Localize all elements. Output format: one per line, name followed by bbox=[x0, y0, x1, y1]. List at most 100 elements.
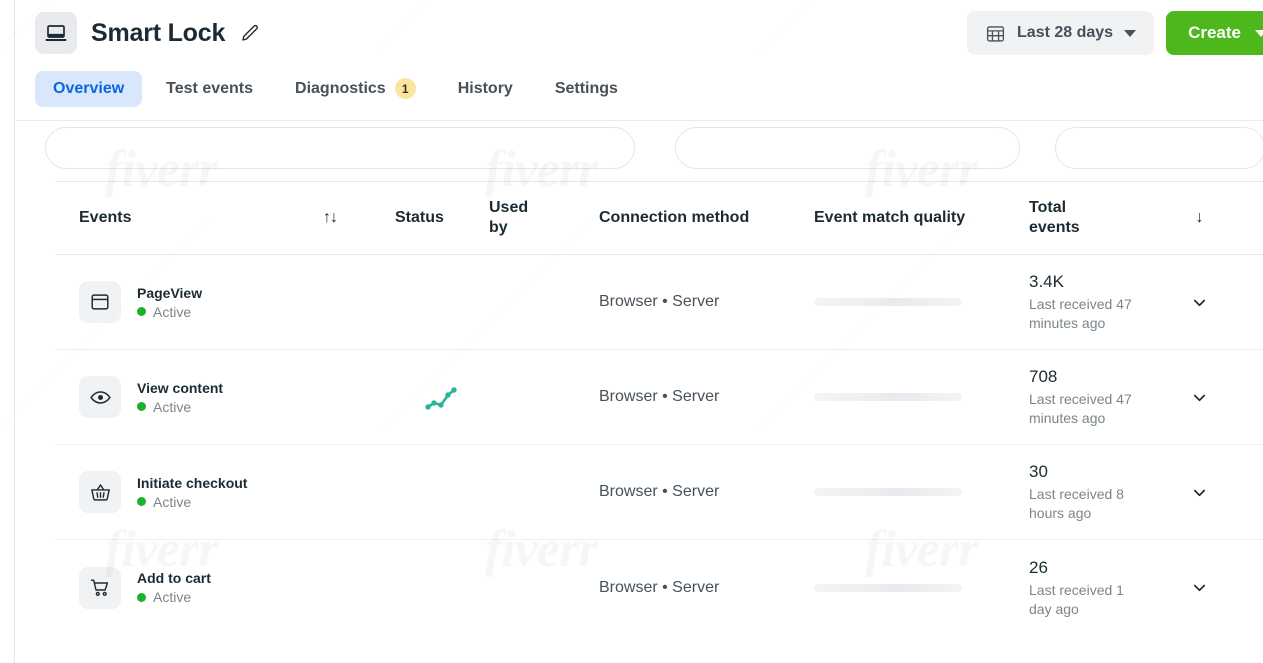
last-received-label: Last received 8 hours ago bbox=[1029, 486, 1124, 522]
total-events-line1: Total bbox=[1029, 199, 1067, 216]
total-events-cell: 30 Last received 8 hours ago bbox=[1029, 461, 1169, 523]
status-label: Active bbox=[153, 398, 192, 415]
row-expand-button[interactable] bbox=[1169, 483, 1229, 502]
page-header: Smart Lock Last 28 days Create Overview … bbox=[15, 1, 1263, 121]
table-row[interactable]: View content Active Browser • Server 708… bbox=[55, 350, 1263, 445]
status-label: Active bbox=[153, 589, 192, 605]
event-text: Add to cart Active bbox=[137, 570, 211, 605]
table-header-row: Events ↑↓ Status Used by Connection meth… bbox=[55, 181, 1263, 255]
match-quality-skeleton-bar bbox=[814, 488, 962, 496]
app-root: fiverr fiverr fiverr fiverr fiverr fiver… bbox=[0, 0, 1263, 663]
table-row[interactable]: PageView Active Browser • Server 3.4K La… bbox=[55, 255, 1263, 350]
connection-method-cell: Browser • Server bbox=[599, 483, 720, 500]
tab-diagnostics[interactable]: Diagnostics 1 bbox=[277, 69, 434, 108]
sort-icon: ↑↓ bbox=[323, 209, 338, 226]
chevron-down-icon bbox=[1255, 29, 1263, 37]
event-status: Active bbox=[137, 304, 202, 320]
filter-chip-partial[interactable] bbox=[675, 127, 1020, 169]
date-range-label: Last 28 days bbox=[1017, 24, 1114, 41]
event-match-quality-cell bbox=[814, 583, 1029, 592]
tab-overview[interactable]: Overview bbox=[35, 70, 143, 107]
event-status: Active bbox=[137, 589, 211, 605]
eye-icon bbox=[79, 376, 121, 418]
sort-toggle-button[interactable]: ↑↓ bbox=[323, 209, 395, 227]
date-range-button[interactable]: Last 28 days bbox=[967, 11, 1155, 55]
status-dot bbox=[137, 307, 146, 316]
total-events-value: 26 bbox=[1029, 557, 1048, 577]
tab-test-events[interactable]: Test events bbox=[148, 71, 271, 107]
event-name: PageView bbox=[137, 284, 203, 301]
total-events-value: 708 bbox=[1029, 367, 1058, 387]
total-events-cell: 708 Last received 47 minutes ago bbox=[1029, 366, 1169, 428]
page-card: Smart Lock Last 28 days Create Overview … bbox=[14, 0, 1263, 663]
status-dot bbox=[137, 592, 146, 602]
event-name: Initiate checkout bbox=[137, 474, 248, 491]
last-received-label: Last received 47 minutes ago bbox=[1029, 296, 1132, 332]
column-header-total-events: Total events bbox=[1029, 198, 1169, 238]
table-row[interactable]: Add to cart Active Browser • Server 26 L… bbox=[55, 540, 1263, 635]
tab-label: Overview bbox=[53, 79, 125, 97]
event-name: View content bbox=[137, 379, 224, 396]
event-status: Active bbox=[137, 494, 247, 510]
tab-history[interactable]: History bbox=[440, 71, 531, 107]
column-header-event-match-quality: Event match quality bbox=[814, 209, 966, 226]
calendar-icon bbox=[985, 23, 1006, 44]
used-by-line2: by bbox=[489, 219, 508, 236]
column-header-connection-method: Connection method bbox=[599, 209, 750, 226]
event-text: Initiate checkout Active bbox=[137, 475, 247, 510]
create-button-label: Create bbox=[1188, 23, 1241, 42]
match-quality-skeleton-bar bbox=[814, 298, 962, 306]
events-table: Events ↑↓ Status Used by Connection meth… bbox=[55, 181, 1263, 635]
filter-controls-row bbox=[15, 127, 1263, 179]
event-match-quality-cell bbox=[814, 298, 1029, 306]
tab-bar: Overview Test events Diagnostics 1 Histo… bbox=[35, 69, 636, 108]
tab-label: Diagnostics bbox=[295, 79, 386, 97]
row-expand-button[interactable] bbox=[1169, 578, 1229, 597]
filter-chip-partial-2[interactable] bbox=[1055, 127, 1263, 169]
sparkline-cell bbox=[395, 381, 489, 413]
basket-icon bbox=[79, 471, 121, 513]
page-title: Smart Lock bbox=[91, 18, 226, 47]
total-events-cell: 26 Last received 1 day ago bbox=[1029, 557, 1169, 619]
status-dot bbox=[137, 402, 146, 411]
event-cell: View content Active bbox=[55, 376, 323, 418]
event-name: Add to cart bbox=[137, 570, 211, 586]
used-by-line1: Used bbox=[489, 199, 529, 216]
tab-label: Test events bbox=[166, 79, 254, 97]
title-row: Smart Lock bbox=[35, 9, 260, 57]
chevron-down-icon bbox=[1124, 29, 1137, 37]
tab-settings[interactable]: Settings bbox=[537, 71, 636, 107]
table-row[interactable]: Initiate checkout Active Browser • Serve… bbox=[55, 445, 1263, 540]
pencil-icon[interactable] bbox=[239, 23, 260, 44]
event-text: View content Active bbox=[137, 380, 223, 415]
event-status: Active bbox=[137, 399, 223, 415]
event-cell: PageView Active bbox=[55, 281, 323, 323]
column-header-status: Status bbox=[395, 209, 444, 226]
status-label: Active bbox=[153, 493, 192, 510]
row-expand-button[interactable] bbox=[1169, 388, 1229, 407]
connection-method-cell: Browser • Server bbox=[599, 388, 720, 405]
event-cell: Initiate checkout Active bbox=[55, 471, 323, 513]
connection-method-cell: Browser • Server bbox=[599, 293, 720, 310]
shopping-cart-icon bbox=[79, 566, 121, 609]
column-header-used-by: Used by bbox=[489, 198, 599, 238]
column-header-events[interactable]: Events bbox=[55, 208, 323, 228]
row-expand-button[interactable] bbox=[1169, 293, 1229, 312]
search-input-partial[interactable] bbox=[45, 127, 635, 169]
total-events-value: 30 bbox=[1029, 462, 1048, 482]
match-quality-skeleton-bar bbox=[814, 393, 962, 401]
browser-window-icon bbox=[79, 281, 121, 323]
create-button[interactable]: Create bbox=[1166, 11, 1263, 55]
sparkline-chart-icon bbox=[424, 381, 460, 413]
tab-label: Settings bbox=[554, 79, 618, 97]
status-dot bbox=[137, 497, 146, 506]
laptop-icon bbox=[35, 12, 77, 54]
last-received-label: Last received 1 day ago bbox=[1029, 581, 1124, 617]
event-match-quality-cell bbox=[814, 488, 1029, 496]
connection-method-cell: Browser • Server bbox=[599, 578, 720, 596]
event-match-quality-cell bbox=[814, 393, 1029, 401]
tab-label: History bbox=[457, 79, 513, 97]
header-actions: Last 28 days Create bbox=[967, 11, 1263, 55]
match-quality-skeleton-bar bbox=[814, 583, 962, 592]
total-events-sort-button[interactable]: ↓ bbox=[1169, 209, 1229, 227]
